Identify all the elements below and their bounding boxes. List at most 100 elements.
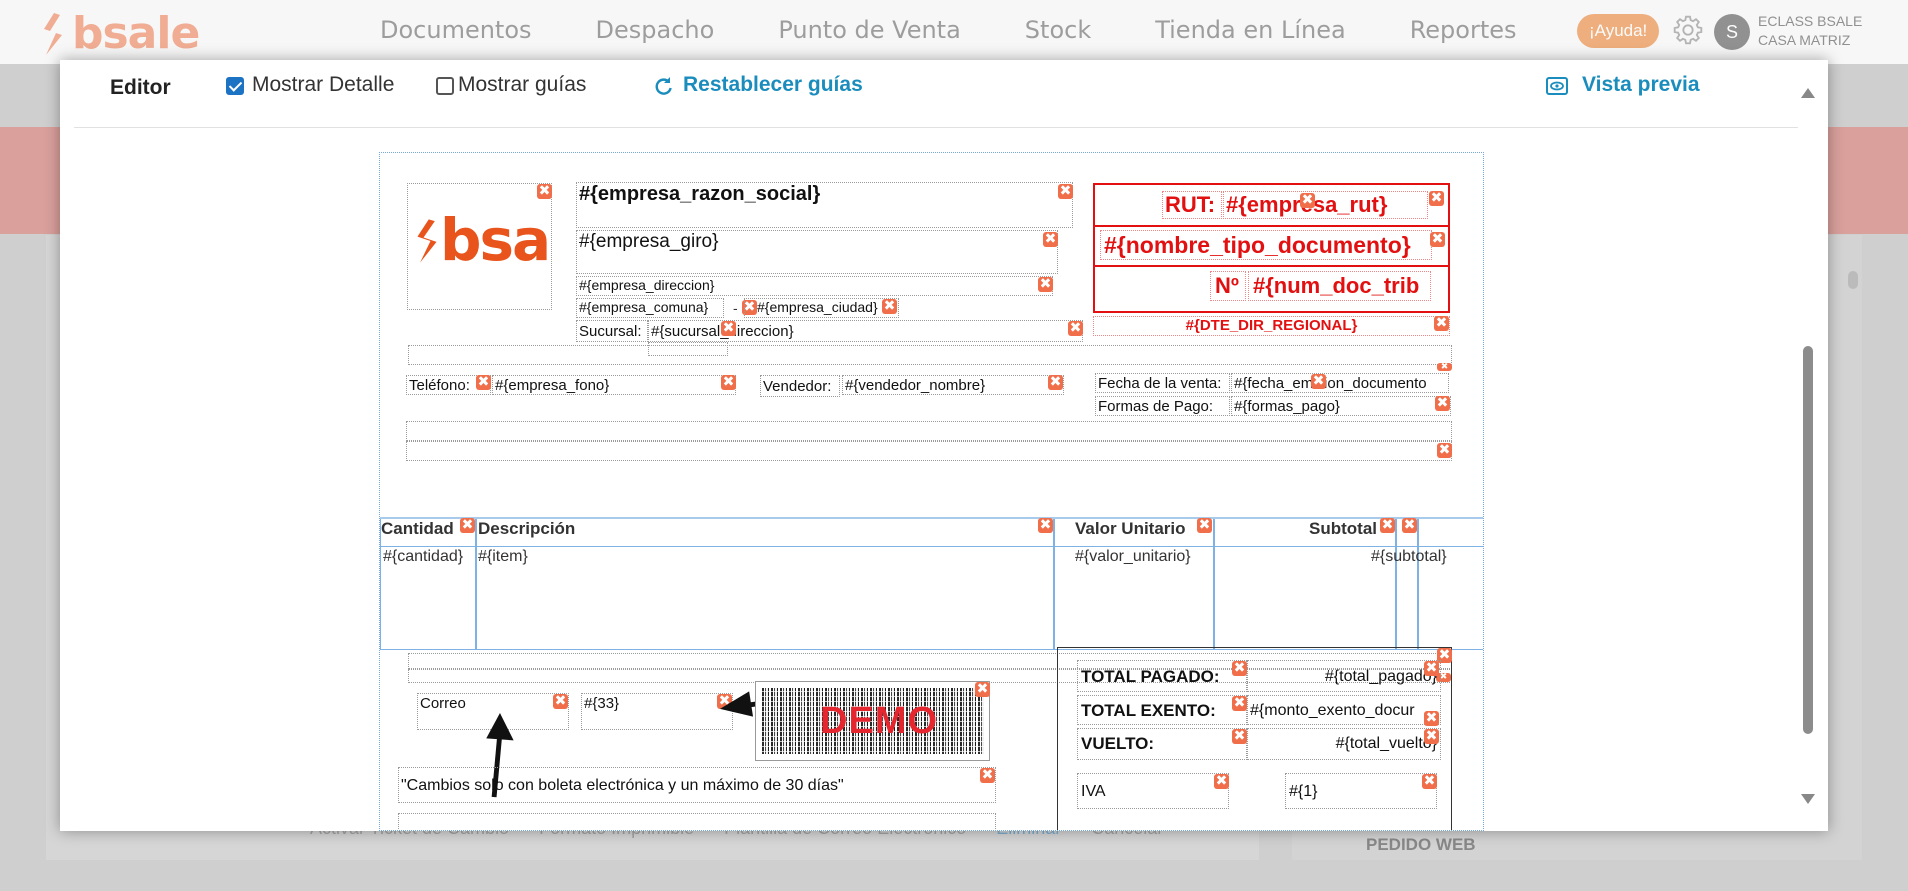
help-button[interactable]: ¡Ayuda! [1577, 14, 1660, 48]
num-doc-field[interactable]: #{num_doc_trib [1248, 271, 1431, 301]
total-pagado-label[interactable]: TOTAL PAGADO: [1077, 660, 1247, 692]
nav-stock[interactable]: Stock [1025, 16, 1091, 44]
delete-icon[interactable]: ✖ [1232, 661, 1247, 676]
delete-icon[interactable]: ✖ [721, 321, 736, 336]
separator-line[interactable] [408, 345, 1452, 365]
delete-icon[interactable]: ✖ [975, 682, 990, 697]
formas-pago-field[interactable]: #{formas_pago} [1231, 396, 1451, 416]
user-info[interactable]: ECLASS BSALE CASA MATRIZ [1758, 12, 1862, 50]
total-pagado-field[interactable]: #{total_pagado} [1247, 660, 1441, 692]
bottom-field[interactable] [398, 813, 996, 830]
logo-field[interactable]: bsale [407, 183, 552, 310]
ciudad-field[interactable]: #{empresa_ciudad} [744, 298, 899, 318]
delete-icon[interactable]: ✖ [1311, 374, 1326, 389]
delete-icon[interactable]: ✖ [1038, 277, 1053, 292]
bsale-logo[interactable]: bsale [40, 8, 200, 59]
delete-icon[interactable]: ✖ [1429, 191, 1444, 206]
show-guides-checkbox[interactable] [436, 77, 454, 95]
delete-icon[interactable]: ✖ [1424, 661, 1439, 676]
show-guides-label[interactable]: Mostrar guías [458, 73, 586, 97]
vuelto-label[interactable]: VUELTO: [1077, 728, 1247, 760]
col-header-valor-unitario[interactable]: Valor Unitario [1075, 519, 1186, 539]
page-scrollbar[interactable] [1846, 267, 1858, 867]
timbre-barcode[interactable]: DEMO [755, 681, 990, 761]
rut-label[interactable]: RUT: [1162, 191, 1222, 219]
telefono-field[interactable]: #{empresa_fono} [492, 375, 736, 395]
delete-icon[interactable]: ✖ [1038, 518, 1053, 533]
col-header-subtotal[interactable]: Subtotal [1309, 519, 1377, 539]
delete-icon[interactable]: ✖ [1437, 363, 1452, 372]
scroll-down-icon[interactable] [1801, 794, 1815, 804]
field-33[interactable]: #{33} [581, 693, 733, 730]
delete-icon[interactable]: ✖ [980, 768, 995, 783]
nav-reportes[interactable]: Reportes [1410, 16, 1517, 44]
delete-icon[interactable]: ✖ [1232, 696, 1247, 711]
delete-icon[interactable]: ✖ [1430, 232, 1445, 247]
eye-icon[interactable] [1545, 74, 1569, 98]
cell-cantidad[interactable]: #{cantidad} [383, 548, 463, 566]
razon-social-field[interactable]: #{empresa_razon_social} [576, 182, 1073, 228]
delete-icon[interactable]: ✖ [1422, 774, 1437, 789]
avatar[interactable]: S [1714, 14, 1750, 50]
scroll-thumb[interactable] [1803, 346, 1813, 734]
preview-link[interactable]: Vista previa [1582, 73, 1700, 97]
delete-icon[interactable]: ✖ [1402, 518, 1417, 533]
separator-line[interactable] [406, 441, 1452, 461]
delete-icon[interactable]: ✖ [1435, 396, 1450, 411]
direccion-field[interactable]: #{empresa_direccion} [576, 276, 1053, 296]
num-label[interactable]: Nº [1210, 271, 1246, 301]
col-header-cantidad[interactable]: Cantidad [381, 519, 454, 539]
separator-line[interactable] [406, 421, 1452, 441]
nav-tienda-en-linea[interactable]: Tienda en Línea [1155, 16, 1345, 44]
col-header-descripcion[interactable]: Descripción [478, 519, 575, 539]
delete-icon[interactable]: ✖ [553, 694, 568, 709]
show-detail-label[interactable]: Mostrar Detalle [252, 73, 394, 97]
delete-icon[interactable]: ✖ [721, 375, 736, 390]
sucursal-label[interactable]: Sucursal: [576, 320, 648, 342]
delete-icon[interactable]: ✖ [1434, 316, 1449, 331]
fecha-emision-field[interactable]: #{fecha_emision_documento [1231, 373, 1449, 393]
delete-icon[interactable]: ✖ [537, 184, 552, 199]
delete-icon[interactable]: ✖ [1048, 375, 1063, 390]
delete-icon[interactable]: ✖ [1424, 711, 1439, 726]
delete-icon[interactable]: ✖ [1232, 729, 1247, 744]
delete-icon[interactable]: ✖ [460, 518, 475, 533]
cell-valor-unitario[interactable]: #{valor_unitario} [1075, 548, 1191, 566]
scroll-up-icon[interactable] [1801, 88, 1815, 98]
refresh-icon[interactable] [651, 74, 675, 98]
show-detail-checkbox[interactable] [226, 77, 244, 95]
fecha-venta-label[interactable]: Fecha de la venta: [1095, 373, 1230, 393]
delete-icon[interactable]: ✖ [1214, 774, 1229, 789]
delete-icon[interactable]: ✖ [1068, 321, 1083, 336]
delete-icon[interactable]: ✖ [1437, 443, 1452, 458]
sucursal-direccion-field[interactable]: #{sucursal_direccion} [648, 320, 1083, 342]
iva-label[interactable]: IVA [1077, 773, 1229, 809]
nav-punto-de-venta[interactable]: Punto de Venta [778, 16, 960, 44]
field-1[interactable]: #{1} [1285, 773, 1437, 809]
vendedor-label[interactable]: Vendedor: [760, 375, 840, 397]
vendedor-field[interactable]: #{vendedor_nombre} [842, 375, 1064, 395]
delete-icon[interactable]: ✖ [1380, 518, 1395, 533]
delete-icon[interactable]: ✖ [1424, 729, 1439, 744]
monto-exento-field[interactable]: #{monto_exento_docur [1247, 695, 1441, 725]
rut-field[interactable]: #{empresa_rut} [1223, 191, 1428, 219]
cell-subtotal[interactable]: #{subtotal} [1371, 548, 1447, 566]
comuna-field[interactable]: #{empresa_comuna} [576, 298, 724, 318]
delete-icon[interactable]: ✖ [1043, 232, 1058, 247]
tipo-documento-field[interactable]: #{nombre_tipo_documento} [1100, 230, 1432, 260]
total-exento-label[interactable]: TOTAL EXENTO: [1077, 695, 1247, 725]
formas-pago-label[interactable]: Formas de Pago: [1095, 396, 1230, 416]
delete-icon[interactable]: ✖ [882, 299, 897, 314]
gear-icon[interactable] [1672, 14, 1704, 46]
editor-scrollbar[interactable] [1795, 80, 1821, 820]
giro-field[interactable]: #{empresa_giro} [576, 230, 1058, 274]
note-field[interactable]: "Cambios solo con boleta electrónica y u… [398, 767, 996, 803]
delete-icon[interactable]: ✖ [1058, 184, 1073, 199]
delete-icon[interactable]: ✖ [1300, 193, 1315, 208]
nav-documentos[interactable]: Documentos [380, 16, 532, 44]
total-vuelto-field[interactable]: #{total_vuelto} [1247, 728, 1441, 760]
cell-item[interactable]: #{item} [478, 548, 528, 566]
nav-despacho[interactable]: Despacho [596, 16, 715, 44]
delete-icon[interactable]: ✖ [1197, 518, 1212, 533]
document-canvas[interactable]: bsale ✖ #{empresa_razon_social} ✖ #{empr… [379, 152, 1484, 831]
